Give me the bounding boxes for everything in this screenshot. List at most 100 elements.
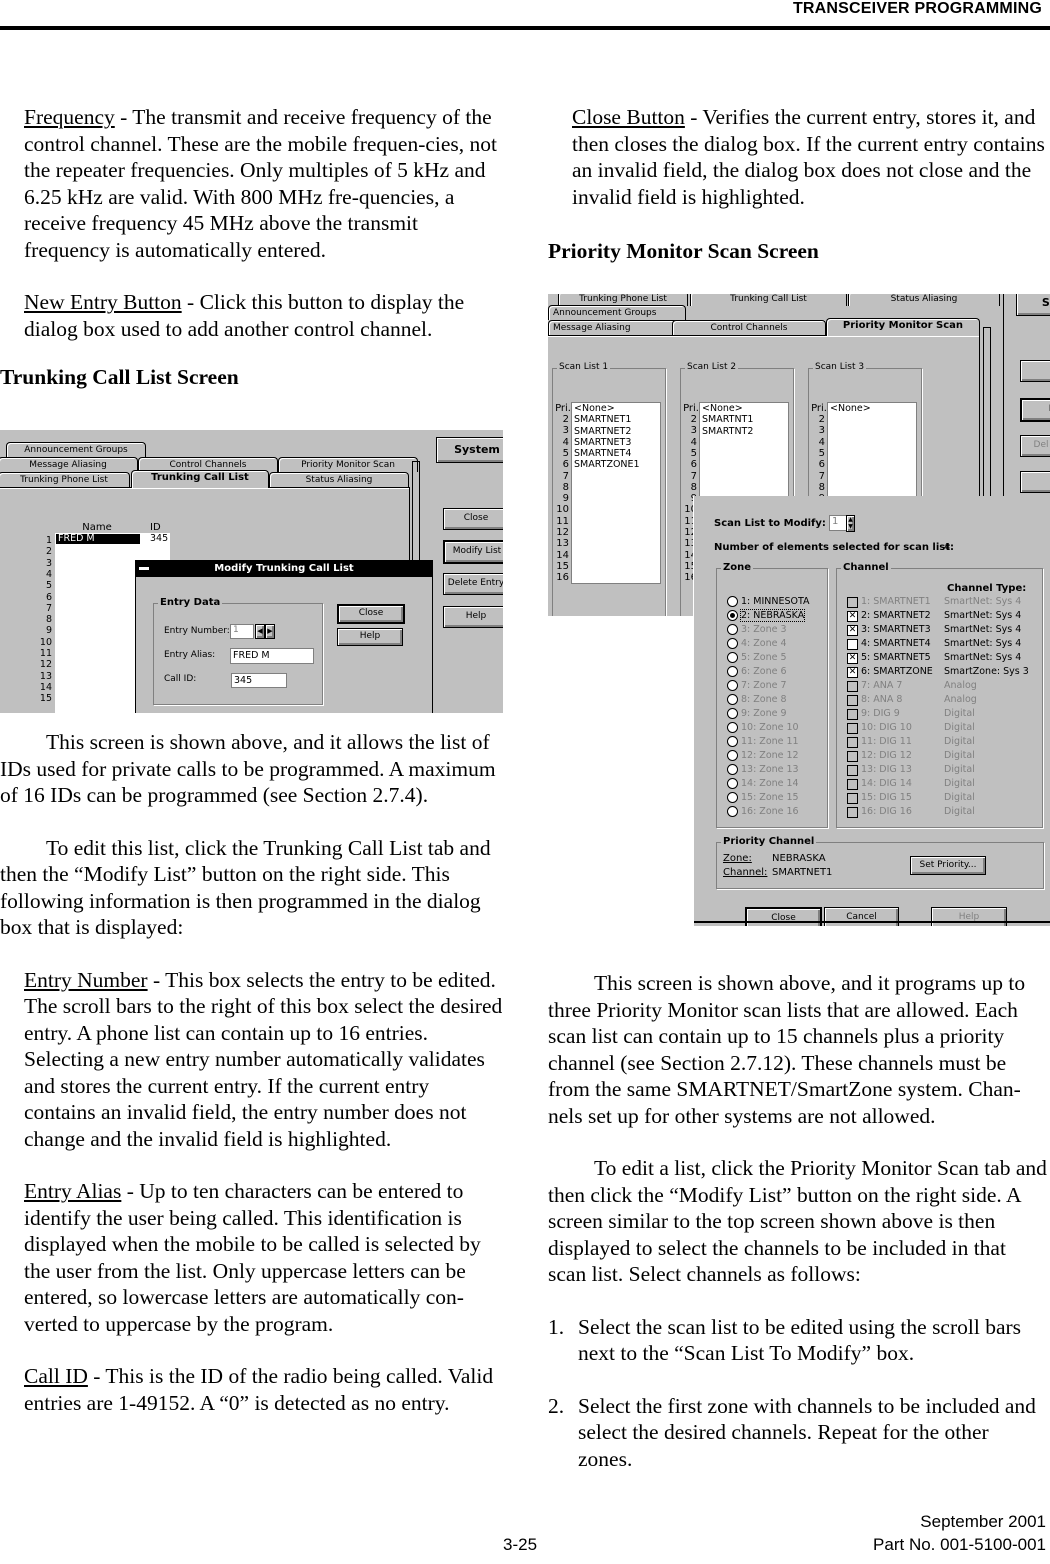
checkbox-icon[interactable] <box>847 638 858 650</box>
zone-radio[interactable]: 9: Zone 9 <box>727 707 787 721</box>
call-list-row-selected[interactable]: FRED M <box>56 534 140 544</box>
delete-button[interactable]: Del <box>1020 435 1050 457</box>
entry-next-arrow-icon[interactable]: ▶ <box>265 624 275 639</box>
scan-list-to-modify-field[interactable]: 1 <box>829 515 847 531</box>
checkbox-icon[interactable] <box>847 596 858 608</box>
tab-trunking-phone-list[interactable]: Trunking Phone List <box>0 472 130 487</box>
zone-radio[interactable]: 4: Zone 4 <box>727 637 787 651</box>
zone-radio[interactable]: 5: Zone 5 <box>727 651 787 665</box>
zone-radio[interactable]: 13: Zone 13 <box>727 763 799 777</box>
scan-list-item[interactable]: SMARTNET4 <box>572 448 660 459</box>
zone-radio[interactable]: 15: Zone 15 <box>727 791 799 805</box>
system-menu-icon[interactable] <box>139 567 149 570</box>
tab-priority-monitor-scan[interactable]: Priority Monitor Scan <box>826 318 980 336</box>
radio-icon[interactable] <box>727 708 738 719</box>
checkbox-icon[interactable] <box>847 694 858 706</box>
tab-trunking-call-list[interactable]: Trunking Call List <box>131 470 269 488</box>
checkbox-icon[interactable] <box>847 792 858 804</box>
radio-icon[interactable] <box>727 750 738 761</box>
checkbox-icon[interactable] <box>847 778 858 790</box>
set-priority-button[interactable]: Set Priority... <box>910 856 986 875</box>
scan-list-item[interactable]: SMARTNET1 <box>572 414 660 425</box>
entry-alias-field[interactable]: FRED M <box>230 648 314 664</box>
system-button[interactable]: Sy <box>1016 294 1050 316</box>
checkbox-checked-icon[interactable]: ✕ <box>847 610 858 622</box>
zone-radio[interactable]: 6: Zone 6 <box>727 665 787 679</box>
scan-list-item[interactable]: <None> <box>572 403 660 414</box>
tab-control-channels[interactable]: Control Channels <box>672 320 826 335</box>
dialog-help-button[interactable]: Help <box>337 628 403 646</box>
radio-icon[interactable] <box>727 792 738 803</box>
radio-icon[interactable] <box>727 638 738 649</box>
channel-checkbox[interactable]: 10: DIG 10 Digital <box>847 721 1042 736</box>
tab-trunking-call-list[interactable]: Trunking Call List <box>690 294 847 306</box>
channel-checkbox[interactable]: ✕ 3: SMARTNET3 SmartNet: Sys 4 <box>847 623 1042 638</box>
scan-list-spin-icon[interactable]: ▲ ▼ <box>846 515 855 532</box>
channel-checkbox[interactable]: 8: ANA 8 Analog <box>847 693 1042 708</box>
entry-prev-arrow-icon[interactable]: ◀ <box>255 624 265 639</box>
channel-checkbox[interactable]: 4: SMARTNET4 SmartNet: Sys 4 <box>847 637 1042 652</box>
dialog-close-button[interactable]: Close <box>337 604 405 624</box>
close-button[interactable]: Close <box>443 508 503 530</box>
side-button-4[interactable] <box>1020 471 1050 493</box>
checkbox-icon[interactable] <box>847 708 858 720</box>
scan-list-item[interactable]: SMARTNT2 <box>700 426 788 437</box>
checkbox-checked-icon[interactable]: ✕ <box>847 666 858 678</box>
zone-radio[interactable]: 3: Zone 3 <box>727 623 787 637</box>
entry-number-field[interactable]: 1 <box>230 624 254 639</box>
checkbox-icon[interactable] <box>847 750 858 762</box>
channel-checkbox[interactable]: ✕ 5: SMARTNET5 SmartNet: Sys 4 <box>847 651 1042 666</box>
zone-radio[interactable]: 16: Zone 16 <box>727 805 799 819</box>
checkbox-icon[interactable] <box>847 764 858 776</box>
scan-list-box[interactable]: <None> SMARTNET1 SMARTNET2 SMARTNET3 SMARTNE… <box>571 402 661 584</box>
tab-announcement-groups[interactable]: Announcement Groups <box>6 442 146 457</box>
radio-selected-icon[interactable] <box>727 610 738 621</box>
radio-icon[interactable] <box>727 596 738 607</box>
tab-priority-monitor-scan[interactable]: Priority Monitor Scan <box>278 457 418 472</box>
tab-message-aliasing[interactable]: Message Aliasing <box>0 457 138 472</box>
dialog-help-button[interactable]: Help <box>931 907 1007 926</box>
tab-status-aliasing[interactable]: Status Aliasing <box>848 294 1000 306</box>
zone-radio[interactable]: 1: MINNESOTA <box>727 595 810 609</box>
checkbox-icon[interactable] <box>847 806 858 818</box>
scan-list-item[interactable]: SMARTZONE1 <box>572 459 660 470</box>
zone-radio[interactable]: 11: Zone 11 <box>727 735 799 749</box>
zone-radio[interactable]: 10: Zone 10 <box>727 721 799 735</box>
delete-entry-button[interactable]: Delete Entry <box>443 573 503 595</box>
zone-radio[interactable]: 14: Zone 14 <box>727 777 799 791</box>
channel-checkbox[interactable]: 15: DIG 15 Digital <box>847 791 1042 806</box>
channel-checkbox[interactable]: 11: DIG 11 Digital <box>847 735 1042 750</box>
tab-announcement-groups[interactable]: Announcement Groups <box>548 305 686 320</box>
call-id-field[interactable]: 345 <box>231 673 287 688</box>
radio-icon[interactable] <box>727 806 738 817</box>
channel-checkbox[interactable]: ✕ 6: SMARTZONE SmartZone: Sys 3 <box>847 665 1042 680</box>
tab-status-aliasing[interactable]: Status Aliasing <box>269 472 409 487</box>
modify-list-button[interactable]: Modify List <box>443 540 503 564</box>
radio-icon[interactable] <box>727 694 738 705</box>
side-button-1[interactable] <box>1020 360 1050 382</box>
checkbox-checked-icon[interactable]: ✕ <box>847 624 858 636</box>
channel-checkbox[interactable]: 7: ANA 7 Analog <box>847 679 1042 694</box>
scan-list-item[interactable]: SMARTNET3 <box>572 437 660 448</box>
radio-icon[interactable] <box>727 736 738 747</box>
modify-list-button[interactable]: Mo <box>1020 398 1050 422</box>
channel-checkbox[interactable]: 14: DIG 14 Digital <box>847 777 1042 792</box>
channel-checkbox[interactable]: 16: DIG 16 Digital <box>847 805 1042 820</box>
channel-checkbox[interactable]: 12: DIG 12 Digital <box>847 749 1042 764</box>
scan-list-item[interactable]: SMARTNET2 <box>572 426 660 437</box>
system-button[interactable]: System <box>436 437 503 463</box>
channel-checkbox[interactable]: 9: DIG 9 Digital <box>847 707 1042 722</box>
zone-radio[interactable]: 2: NEBRASKA <box>727 609 806 623</box>
zone-radio[interactable]: 8: Zone 8 <box>727 693 787 707</box>
scan-list-item[interactable]: SMARTNT1 <box>700 414 788 425</box>
channel-checkbox[interactable]: 13: DIG 13 Digital <box>847 763 1042 778</box>
radio-icon[interactable] <box>727 624 738 635</box>
radio-icon[interactable] <box>727 722 738 733</box>
radio-icon[interactable] <box>727 778 738 789</box>
dialog-cancel-button[interactable]: Cancel <box>824 907 899 926</box>
radio-icon[interactable] <box>727 652 738 663</box>
checkbox-icon[interactable] <box>847 722 858 734</box>
zone-radio[interactable]: 7: Zone 7 <box>727 679 787 693</box>
channel-checkbox[interactable]: ✕ 2: SMARTNET2 SmartNet: Sys 4 <box>847 609 1042 624</box>
checkbox-checked-icon[interactable]: ✕ <box>847 652 858 664</box>
